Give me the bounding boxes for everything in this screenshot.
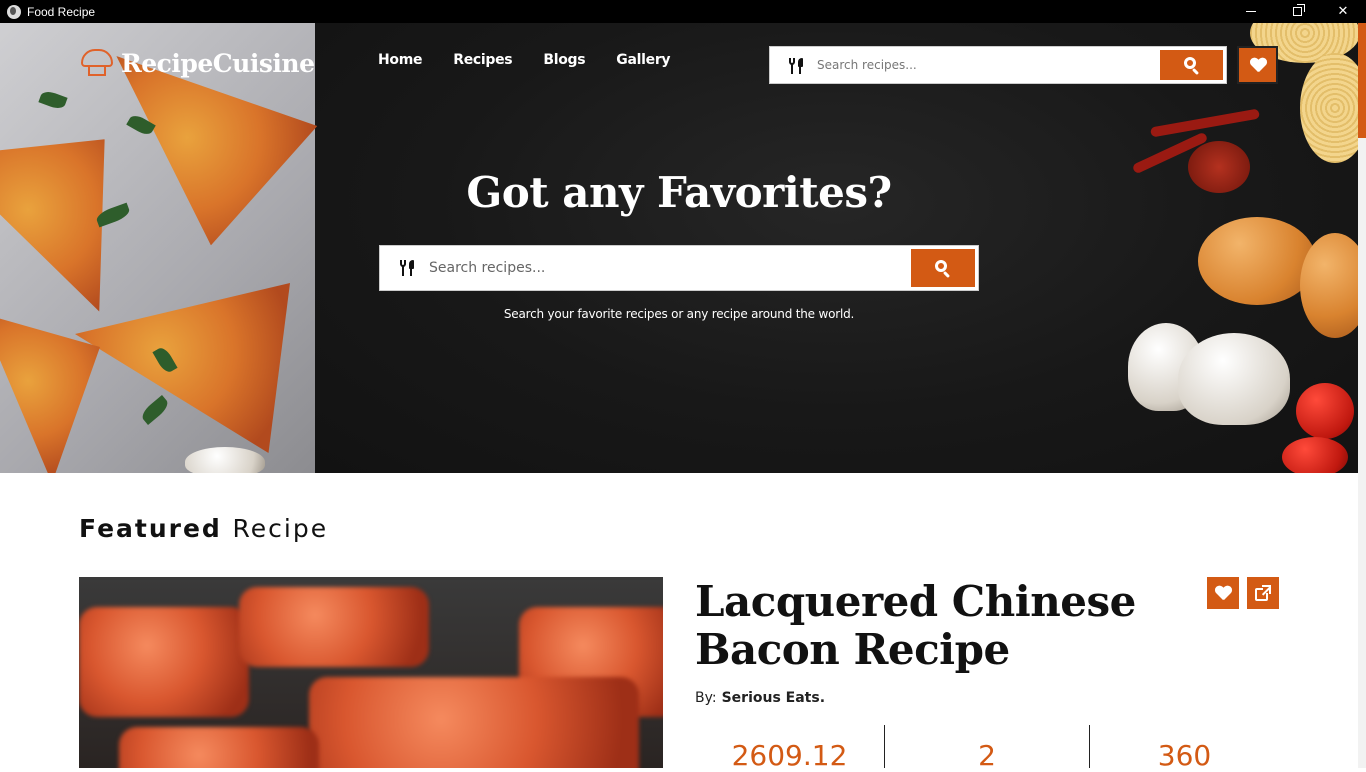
close-icon: ✕ — [1337, 4, 1349, 19]
stat-item: 2609.12 — [695, 725, 884, 772]
featured-heading-bold: Featured — [79, 514, 222, 543]
recipe-byline: By: Serious Eats. — [695, 690, 825, 706]
header-search-input[interactable] — [817, 58, 1147, 72]
restore-button[interactable] — [1274, 0, 1320, 23]
featured-recipe-title[interactable]: Lacquered Chinese Bacon Recipe — [695, 578, 1175, 674]
favorites-button[interactable] — [1237, 46, 1278, 84]
header-search-button[interactable] — [1160, 50, 1223, 80]
brand-logo[interactable]: RecipeCuisine — [79, 44, 315, 82]
bacon-piece-image — [119, 727, 319, 768]
fork-knife-icon — [788, 57, 804, 74]
window-title: Food Recipe — [27, 4, 96, 19]
hero-subtitle: Search your favorite recipes or any reci… — [503, 307, 855, 321]
like-recipe-button[interactable] — [1207, 577, 1239, 609]
stat-value: 360 — [1157, 739, 1212, 772]
open-recipe-button[interactable] — [1247, 577, 1279, 609]
external-link-icon — [1255, 585, 1272, 601]
dried-chili-image — [1188, 141, 1250, 193]
window-controls: ✕ — [1228, 0, 1366, 23]
close-button[interactable]: ✕ — [1320, 0, 1366, 23]
logo-text: RecipeCuisine — [121, 48, 315, 78]
hero-title: Got any Favorites? — [466, 168, 892, 217]
main-nav: Home Recipes Blogs Gallery — [378, 52, 701, 68]
heart-icon — [1215, 586, 1231, 600]
nav-link-blogs[interactable]: Blogs — [543, 52, 585, 68]
featured-heading-light: Recipe — [232, 514, 329, 543]
tomato-image — [1296, 383, 1354, 439]
minimize-button[interactable] — [1228, 0, 1274, 23]
mushroom-image — [1178, 333, 1290, 425]
page-scrollbar[interactable] — [1358, 23, 1366, 768]
header-search-bar — [769, 46, 1227, 84]
nav-link-gallery[interactable]: Gallery — [616, 52, 670, 68]
heart-icon — [1250, 58, 1266, 72]
bacon-piece-image — [239, 587, 429, 667]
hero-search-input[interactable] — [429, 260, 879, 276]
hero-search-button[interactable] — [911, 249, 975, 287]
nav-link-recipes[interactable]: Recipes — [453, 52, 512, 68]
app-icon — [7, 4, 21, 19]
stat-item: 360 — [1089, 725, 1279, 772]
mushroom-image — [185, 447, 265, 473]
restore-icon — [1292, 4, 1305, 16]
featured-heading: Featured Recipe — [79, 514, 328, 543]
nav-link-home[interactable]: Home — [378, 52, 423, 68]
stat-value: 2609.12 — [731, 739, 848, 772]
recipe-stats: 2609.12 2 360 — [695, 725, 1279, 772]
stat-item: 2 — [884, 725, 1089, 772]
search-icon — [935, 260, 951, 279]
egg-image — [1198, 217, 1316, 305]
window-titlebar: Food Recipe ✕ — [0, 0, 1366, 23]
scrollbar-thumb[interactable] — [1358, 23, 1366, 138]
recipe-author[interactable]: Serious Eats. — [722, 690, 825, 706]
minimize-icon — [1246, 11, 1256, 12]
stat-value: 2 — [978, 739, 996, 772]
hero-search-bar — [379, 245, 979, 291]
search-icon — [1183, 57, 1200, 76]
chef-hat-icon — [79, 47, 115, 79]
byline-label: By: — [695, 690, 717, 706]
fork-knife-icon — [399, 259, 415, 277]
bacon-piece-image — [309, 677, 639, 768]
bacon-piece-image — [79, 607, 249, 717]
tomato-image — [1282, 437, 1348, 473]
featured-recipe-image[interactable] — [79, 577, 663, 768]
